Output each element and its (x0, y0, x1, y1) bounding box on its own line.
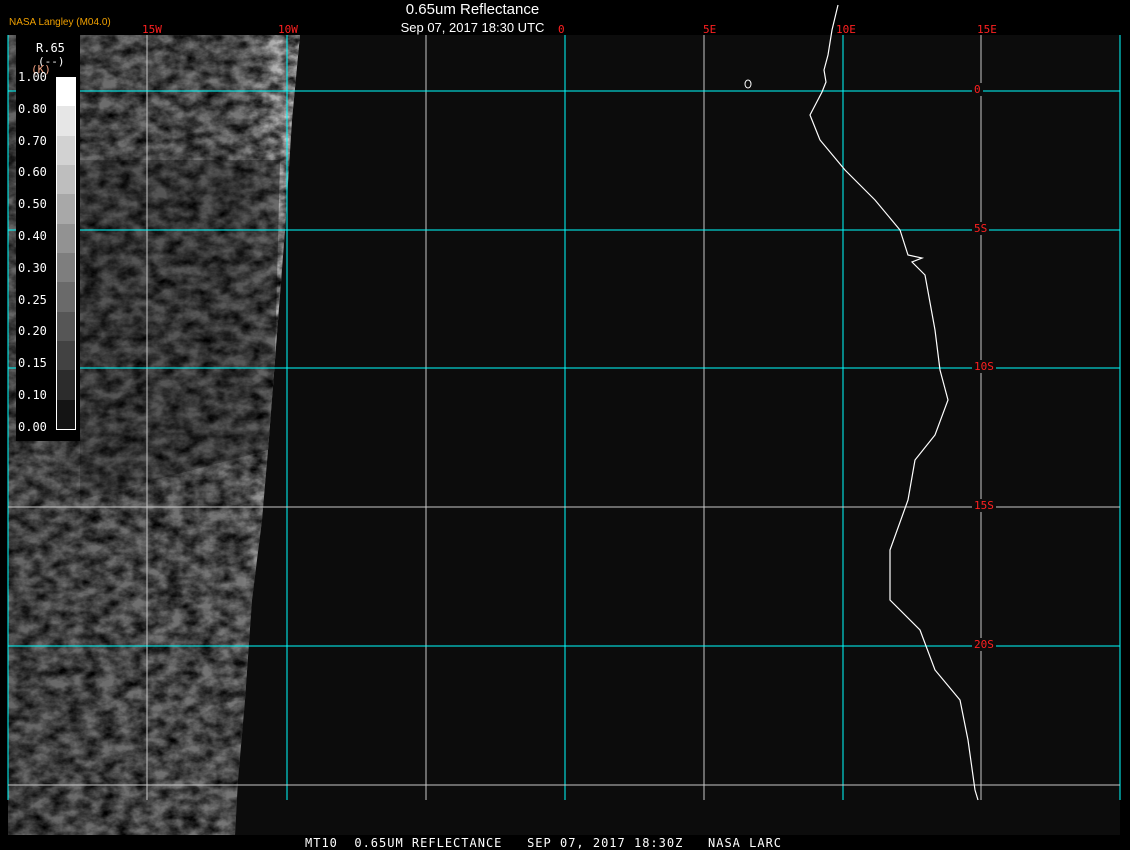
lon-label: 15E (977, 23, 997, 36)
lon-label: 10E (836, 23, 856, 36)
legend-swatch (57, 223, 75, 253)
lat-label: 20S (972, 638, 996, 651)
legend-swatch (57, 77, 75, 107)
lon-label: 10W (278, 23, 298, 36)
lon-label: 5E (703, 23, 717, 36)
legend-swatch (57, 340, 75, 371)
legend-tick: 0.60 (18, 165, 47, 180)
legend-tick: 0.25 (18, 292, 47, 307)
legend-tick: 0.20 (18, 324, 47, 339)
legend-color-bar (56, 77, 76, 430)
lat-label: 15S (972, 499, 996, 512)
legend-tick: 0.15 (18, 356, 47, 371)
legend-tick: 0.70 (18, 133, 47, 148)
credit-label: NASA Langley (M04.0) (9, 17, 111, 28)
legend-swatch (57, 399, 75, 429)
legend-tick: 0.00 (18, 419, 47, 434)
legend-swatch (57, 106, 75, 136)
legend-title: R.65 (36, 41, 65, 55)
legend-tick: 0.10 (18, 388, 47, 402)
legend-swatch (57, 252, 75, 283)
legend-tick: 0.30 (18, 260, 47, 275)
lon-label: 15W (142, 23, 162, 36)
legend-swatch (57, 164, 75, 195)
legend-swatch (57, 311, 75, 341)
legend-tick: 0.80 (18, 101, 47, 116)
legend-swatch (57, 282, 75, 312)
legend-tick: 1.00 (18, 70, 47, 84)
lat-label: 10S (972, 360, 996, 373)
satellite-image-viewer: 0.65um Reflectance Sep 07, 2017 18:30 UT… (0, 0, 1130, 850)
product-title: 0.65um Reflectance (405, 1, 540, 18)
lon-label: 0 (558, 23, 565, 36)
satellite-map (7, 4, 1121, 835)
legend-tick: 0.40 (18, 229, 47, 243)
legend-swatch (57, 194, 75, 224)
legend-tick: 0.50 (18, 197, 47, 212)
legend-swatch (57, 135, 75, 165)
footer-caption: MT10 0.65UM REFLECTANCE SEP 07, 2017 18:… (305, 836, 783, 850)
color-legend: R.65 (--) (K) 1.00 0.80 0.70 0.60 0.50 0.40 0.… (16, 35, 80, 441)
lat-label: 5S (972, 222, 990, 235)
lat-label: 0 (972, 83, 983, 96)
legend-swatch (57, 370, 75, 400)
